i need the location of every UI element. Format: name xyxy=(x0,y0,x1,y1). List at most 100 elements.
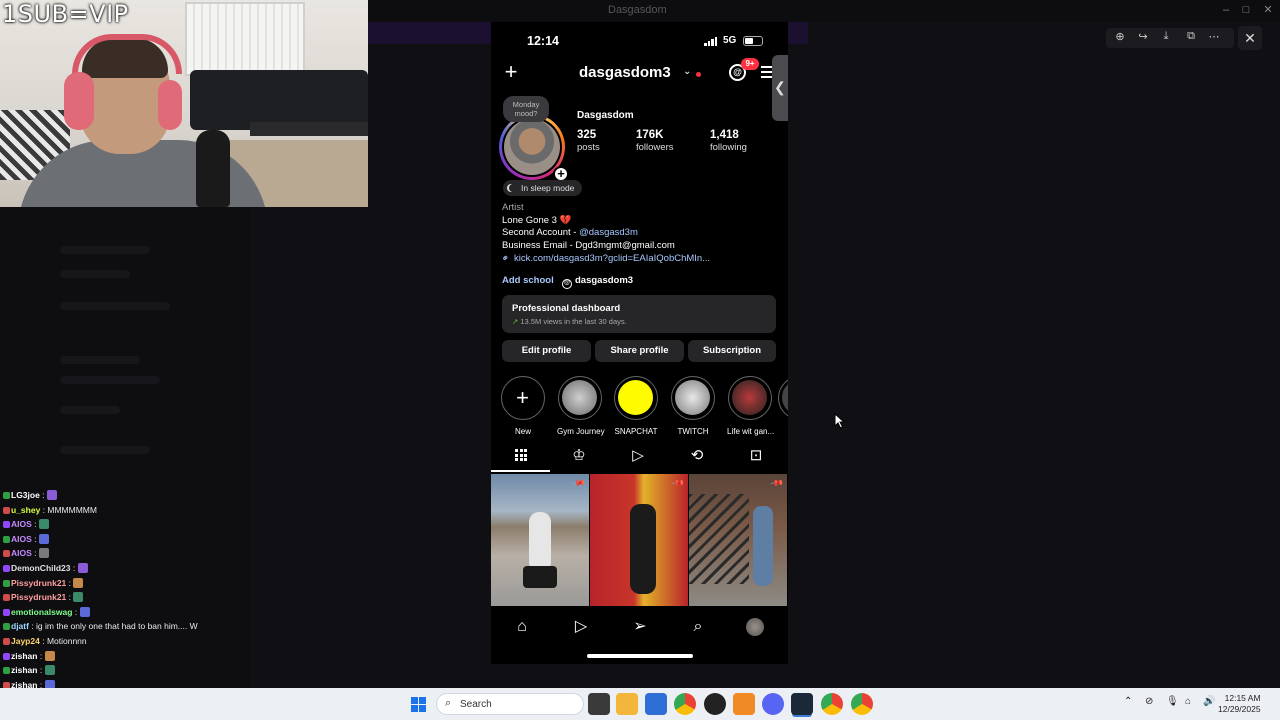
chat-username[interactable]: DemonChild23 xyxy=(11,563,71,573)
add-school-link[interactable]: Add school xyxy=(502,275,554,286)
story-highlight[interactable]: Life wit gan... xyxy=(727,376,775,436)
sleep-mode-label: In sleep mode xyxy=(521,183,575,193)
reposts-tab-icon[interactable]: ⟲ xyxy=(687,446,707,466)
chat-message: AIOS : xyxy=(0,517,250,532)
tray-vpn-icon[interactable]: ⊘ xyxy=(1145,696,1153,707)
threads-handle-link[interactable]: @ dasgasdom3 xyxy=(562,275,633,289)
taskbar-clock[interactable]: 12:15 AM 12/29/2025 xyxy=(1218,693,1261,715)
grid-tab-icon[interactable] xyxy=(515,449,527,461)
chat-username[interactable]: Jayp24 xyxy=(11,636,40,646)
chrome-profile-icon[interactable] xyxy=(821,693,843,715)
subscriptions-tab-icon[interactable]: ♔ xyxy=(569,446,589,466)
create-plus-icon[interactable]: + xyxy=(501,61,521,83)
display-name: Dasgasdom xyxy=(577,110,634,121)
story-highlight[interactable]: Gym Journey xyxy=(557,376,605,436)
followers-stat[interactable]: 176K followers xyxy=(636,129,674,153)
chat-username[interactable]: zishan xyxy=(11,665,37,675)
tagged-tab-icon[interactable]: ⊡ xyxy=(746,446,766,466)
chat-username[interactable]: AIOS xyxy=(11,548,32,558)
sleep-mode-pill[interactable]: In sleep mode xyxy=(503,180,583,196)
obs-icon[interactable] xyxy=(704,693,726,715)
tray-mic-icon[interactable]: 🎙 xyxy=(1166,696,1179,707)
post-thumbnail[interactable]: 📌 xyxy=(491,474,589,606)
trend-up-icon: ↗ xyxy=(512,317,519,326)
professional-dashboard[interactable]: Professional dashboard ↗ 13.5M views in … xyxy=(502,295,776,333)
close-window-icon[interactable]: ✕ xyxy=(1262,4,1274,16)
room-window xyxy=(185,2,305,76)
side-panel-tab[interactable]: ❮ xyxy=(772,55,788,121)
profile-note[interactable]: Monday mood? xyxy=(503,96,549,122)
tray-volume-icon[interactable]: 🔊 xyxy=(1203,696,1215,707)
share-icon[interactable]: ↪ xyxy=(1135,30,1151,43)
chat-badge-icon xyxy=(3,492,10,499)
chat-message: AIOS : xyxy=(0,532,250,547)
chat-username[interactable]: AIOS xyxy=(11,534,32,544)
chat-text: Motionnnn xyxy=(46,635,87,646)
search-icon: ⌕ xyxy=(445,697,452,709)
chat-emote-icon xyxy=(38,533,49,544)
file-explorer-icon[interactable] xyxy=(616,693,638,715)
open-external-icon[interactable]: ⧉ xyxy=(1183,30,1199,43)
home-indicator[interactable] xyxy=(587,654,693,658)
couch xyxy=(190,70,368,130)
chat-badge-icon xyxy=(3,637,10,645)
chat-emote-icon xyxy=(77,562,88,573)
chat-username[interactable]: LG3joe xyxy=(11,490,40,500)
story-highlight[interactable]: SNAPCHAT xyxy=(613,376,659,436)
chat-username[interactable]: u_shey xyxy=(11,505,40,515)
post-thumbnail[interactable]: 📌 xyxy=(689,474,787,606)
highlight-cover xyxy=(732,380,767,415)
chrome-icon[interactable] xyxy=(674,693,696,715)
chevron-down-icon[interactable]: ⌄ xyxy=(683,66,691,77)
profile-avatar[interactable]: + xyxy=(499,114,569,182)
profile-link[interactable]: ⚭kick.com/dasgasd3m?gclid=EAIaIQobChMIn.… xyxy=(499,252,710,265)
dashboard-subtitle: ↗ 13.5M views in the last 30 days. xyxy=(512,317,627,326)
bio-mention-link[interactable]: @dasgasd3m xyxy=(579,227,638,238)
story-highlight[interactable]: TWITCH xyxy=(670,376,716,436)
home-icon[interactable]: ⌂ xyxy=(511,616,533,638)
chat-separator: : xyxy=(37,665,45,676)
story-highlight[interactable]: Cr xyxy=(777,376,788,436)
chat-emote-icon xyxy=(38,548,49,559)
download-icon[interactable]: ⤓ xyxy=(1158,30,1174,43)
subscription-button[interactable]: Subscription xyxy=(688,340,776,362)
profile-header: + dasgasdom3 ⌄ @ 9+ xyxy=(491,58,788,90)
new-highlight-button[interactable]: + New xyxy=(500,376,546,436)
task-view-icon[interactable] xyxy=(588,693,610,715)
direct-message-icon[interactable]: ➢ xyxy=(629,616,651,638)
start-windows-icon[interactable] xyxy=(411,697,426,712)
search-icon[interactable]: ⌕ xyxy=(687,616,709,638)
tray-wifi-icon[interactable]: ⌂ xyxy=(1185,696,1191,707)
viewer-close-icon[interactable]: ✕ xyxy=(1238,26,1262,50)
tray-chevron-up-icon[interactable]: ⌃ xyxy=(1124,696,1132,707)
steam-icon[interactable] xyxy=(791,693,813,715)
more-icon[interactable]: ⋯ xyxy=(1206,30,1222,43)
chat-username[interactable]: emotionalswag xyxy=(11,607,72,617)
app-icon[interactable] xyxy=(733,693,755,715)
store-icon[interactable] xyxy=(645,693,667,715)
profile-username[interactable]: dasgasdom3 xyxy=(579,64,671,81)
zoom-icon[interactable]: ⊕ xyxy=(1112,30,1128,43)
chat-username[interactable]: Pissydrunk21 xyxy=(11,592,66,602)
highlight-cover xyxy=(562,380,597,415)
highlight-ring xyxy=(558,376,602,420)
discord-icon[interactable] xyxy=(762,693,784,715)
chat-username[interactable]: djatf xyxy=(11,621,29,631)
post-thumbnail[interactable]: 📌 xyxy=(590,474,688,606)
reels-tab-icon[interactable]: ▷ xyxy=(628,446,648,466)
edit-profile-button[interactable]: Edit profile xyxy=(502,340,591,362)
chrome-profile-2-icon[interactable] xyxy=(851,693,873,715)
chat-username[interactable]: zishan xyxy=(11,651,37,661)
reels-icon[interactable]: ▷ xyxy=(570,616,592,638)
profile-nav-avatar[interactable] xyxy=(746,618,764,636)
following-stat[interactable]: 1,418 following xyxy=(710,129,747,153)
chat-username[interactable]: AIOS xyxy=(11,519,32,529)
minimize-icon[interactable]: – xyxy=(1220,4,1232,16)
highlight-label: Gym Journey xyxy=(557,427,605,436)
maximize-icon[interactable]: □ xyxy=(1240,4,1252,16)
chat-username[interactable]: Pissydrunk21 xyxy=(11,578,66,588)
taskbar-search[interactable]: ⌕ Search xyxy=(436,693,584,715)
highlight-label: Life wit gan... xyxy=(727,427,775,436)
posts-stat[interactable]: 325 posts xyxy=(577,129,600,153)
share-profile-button[interactable]: Share profile xyxy=(595,340,684,362)
